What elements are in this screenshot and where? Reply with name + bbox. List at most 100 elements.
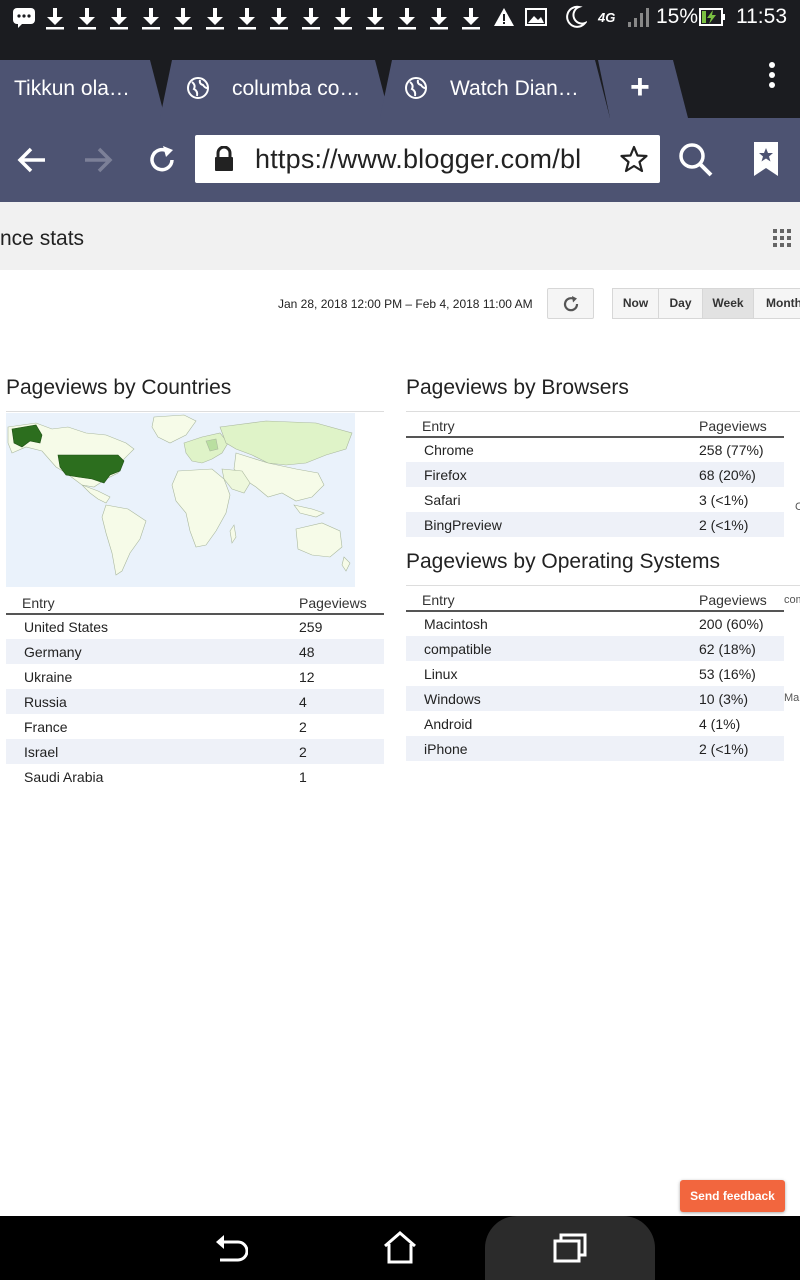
download-icon bbox=[366, 8, 384, 30]
entry-column-header: Entry bbox=[406, 584, 699, 612]
table-row: United States 259 bbox=[6, 614, 384, 639]
recent-apps-button[interactable] bbox=[485, 1216, 655, 1280]
url-text: https://www.blogger.com/bl bbox=[255, 144, 582, 174]
value-cell: 4 bbox=[299, 689, 384, 714]
download-icon bbox=[462, 8, 480, 30]
table-row: Ukraine 12 bbox=[6, 664, 384, 689]
download-icon bbox=[110, 8, 128, 30]
table-row: Russia 4 bbox=[6, 689, 384, 714]
tab-tikkun[interactable]: Tikkun ola… bbox=[0, 60, 165, 118]
download-icon bbox=[142, 8, 160, 30]
recent-apps-icon bbox=[553, 1233, 587, 1263]
value-cell: 53 (16%) bbox=[699, 661, 784, 686]
entry-cell: compatible bbox=[406, 636, 699, 661]
download-icon bbox=[46, 8, 64, 30]
table-row: Firefox 68 (20%) bbox=[406, 462, 784, 487]
period-now-button[interactable]: Now bbox=[612, 288, 659, 319]
table-header-row: Entry Pageviews bbox=[406, 584, 784, 612]
table-row: Windows 10 (3%) bbox=[406, 686, 784, 711]
page-title: nce stats bbox=[0, 227, 85, 250]
value-cell: 200 (60%) bbox=[699, 611, 784, 636]
entry-cell: Linux bbox=[406, 661, 699, 686]
table-row: Germany 48 bbox=[6, 639, 384, 664]
pageviews-column-header: Pageviews bbox=[699, 410, 784, 438]
address-bar[interactable]: https://www.blogger.com/bl bbox=[195, 135, 660, 183]
send-feedback-button[interactable]: Send feedback bbox=[680, 1180, 785, 1212]
star-icon[interactable] bbox=[619, 145, 649, 173]
value-cell: 3 (<1%) bbox=[699, 487, 784, 512]
new-tab-button[interactable]: + bbox=[598, 60, 688, 118]
value-cell: 258 (77%) bbox=[699, 437, 784, 462]
battery-percent: 15% bbox=[656, 5, 699, 28]
tab-title: Watch Dian… bbox=[450, 77, 579, 100]
value-cell: 62 (18%) bbox=[699, 636, 784, 661]
download-icon bbox=[270, 8, 288, 30]
value-cell: 68 (20%) bbox=[699, 462, 784, 487]
entry-cell: Israel bbox=[6, 739, 299, 764]
table-row: Linux 53 (16%) bbox=[406, 661, 784, 686]
download-icon bbox=[78, 8, 96, 30]
entry-cell: Safari bbox=[406, 487, 699, 512]
value-cell: 259 bbox=[299, 614, 384, 639]
value-cell: 2 (<1%) bbox=[699, 736, 784, 761]
countries-heading: Pageviews by Countries bbox=[6, 376, 232, 399]
period-day-button[interactable]: Day bbox=[658, 288, 703, 319]
browsers-table: Entry Pageviews Chrome 258 (77%) Firefox 6… bbox=[406, 410, 784, 537]
value-cell: 12 bbox=[299, 664, 384, 689]
clipped-text: C bbox=[795, 501, 800, 513]
table-row: compatible 62 (18%) bbox=[406, 636, 784, 661]
period-month-button[interactable]: Month bbox=[753, 288, 800, 319]
browser-toolbar: https://www.blogger.com/bl bbox=[0, 118, 800, 202]
network-type: 4G bbox=[598, 10, 616, 25]
download-icon bbox=[398, 8, 416, 30]
entry-cell: Saudi Arabia bbox=[6, 764, 299, 789]
tab-columba[interactable]: columba co… bbox=[160, 60, 390, 118]
forward-arrow-icon[interactable] bbox=[82, 144, 114, 176]
download-icon bbox=[238, 8, 256, 30]
pageviews-column-header: Pageviews bbox=[299, 587, 384, 615]
table-row: France 2 bbox=[6, 714, 384, 739]
entry-cell: Germany bbox=[6, 639, 299, 664]
overflow-menu-icon[interactable] bbox=[762, 60, 782, 92]
clock: 11:53 bbox=[736, 5, 787, 28]
entry-cell: BingPreview bbox=[406, 512, 699, 537]
image-icon bbox=[525, 8, 547, 26]
tab-watch-dian[interactable]: Watch Dian… bbox=[380, 60, 610, 118]
table-row: Saudi Arabia 1 bbox=[6, 764, 384, 789]
value-cell: 1 bbox=[299, 764, 384, 789]
entry-cell: Chrome bbox=[406, 437, 699, 462]
value-cell: 48 bbox=[299, 639, 384, 664]
search-icon[interactable] bbox=[678, 142, 714, 178]
refresh-icon bbox=[563, 296, 579, 312]
battery-charging-icon bbox=[699, 8, 725, 26]
table-row: Safari 3 (<1%) bbox=[406, 487, 784, 512]
table-row: Android 4 (1%) bbox=[406, 711, 784, 736]
back-arrow-icon[interactable] bbox=[16, 144, 48, 176]
tab-title: Tikkun ola… bbox=[14, 77, 130, 100]
table-row: Chrome 258 (77%) bbox=[406, 437, 784, 462]
apps-grid-icon[interactable] bbox=[772, 228, 792, 248]
entry-column-header: Entry bbox=[406, 410, 699, 438]
back-icon[interactable] bbox=[212, 1232, 248, 1264]
page-header: nce stats bbox=[0, 202, 800, 270]
clipped-text: Ma bbox=[784, 692, 800, 704]
divider bbox=[6, 411, 384, 412]
period-week-button[interactable]: Week bbox=[702, 288, 754, 319]
table-row: Macintosh 200 (60%) bbox=[406, 611, 784, 636]
browsers-heading: Pageviews by Browsers bbox=[406, 376, 629, 399]
bookmarks-icon[interactable] bbox=[752, 140, 780, 178]
lock-icon bbox=[215, 146, 233, 171]
globe-icon bbox=[405, 77, 427, 99]
table-row: Israel 2 bbox=[6, 739, 384, 764]
entry-cell: Android bbox=[406, 711, 699, 736]
navigation-bar bbox=[0, 1216, 800, 1280]
value-cell: 2 bbox=[299, 714, 384, 739]
warning-icon bbox=[494, 8, 514, 26]
refresh-button[interactable] bbox=[547, 288, 594, 319]
signal-icon bbox=[628, 8, 649, 27]
os-heading: Pageviews by Operating Systems bbox=[406, 550, 720, 573]
entry-cell: Windows bbox=[406, 686, 699, 711]
home-icon[interactable] bbox=[382, 1230, 418, 1264]
entry-column-header: Entry bbox=[6, 587, 299, 615]
reload-icon[interactable] bbox=[145, 143, 179, 177]
